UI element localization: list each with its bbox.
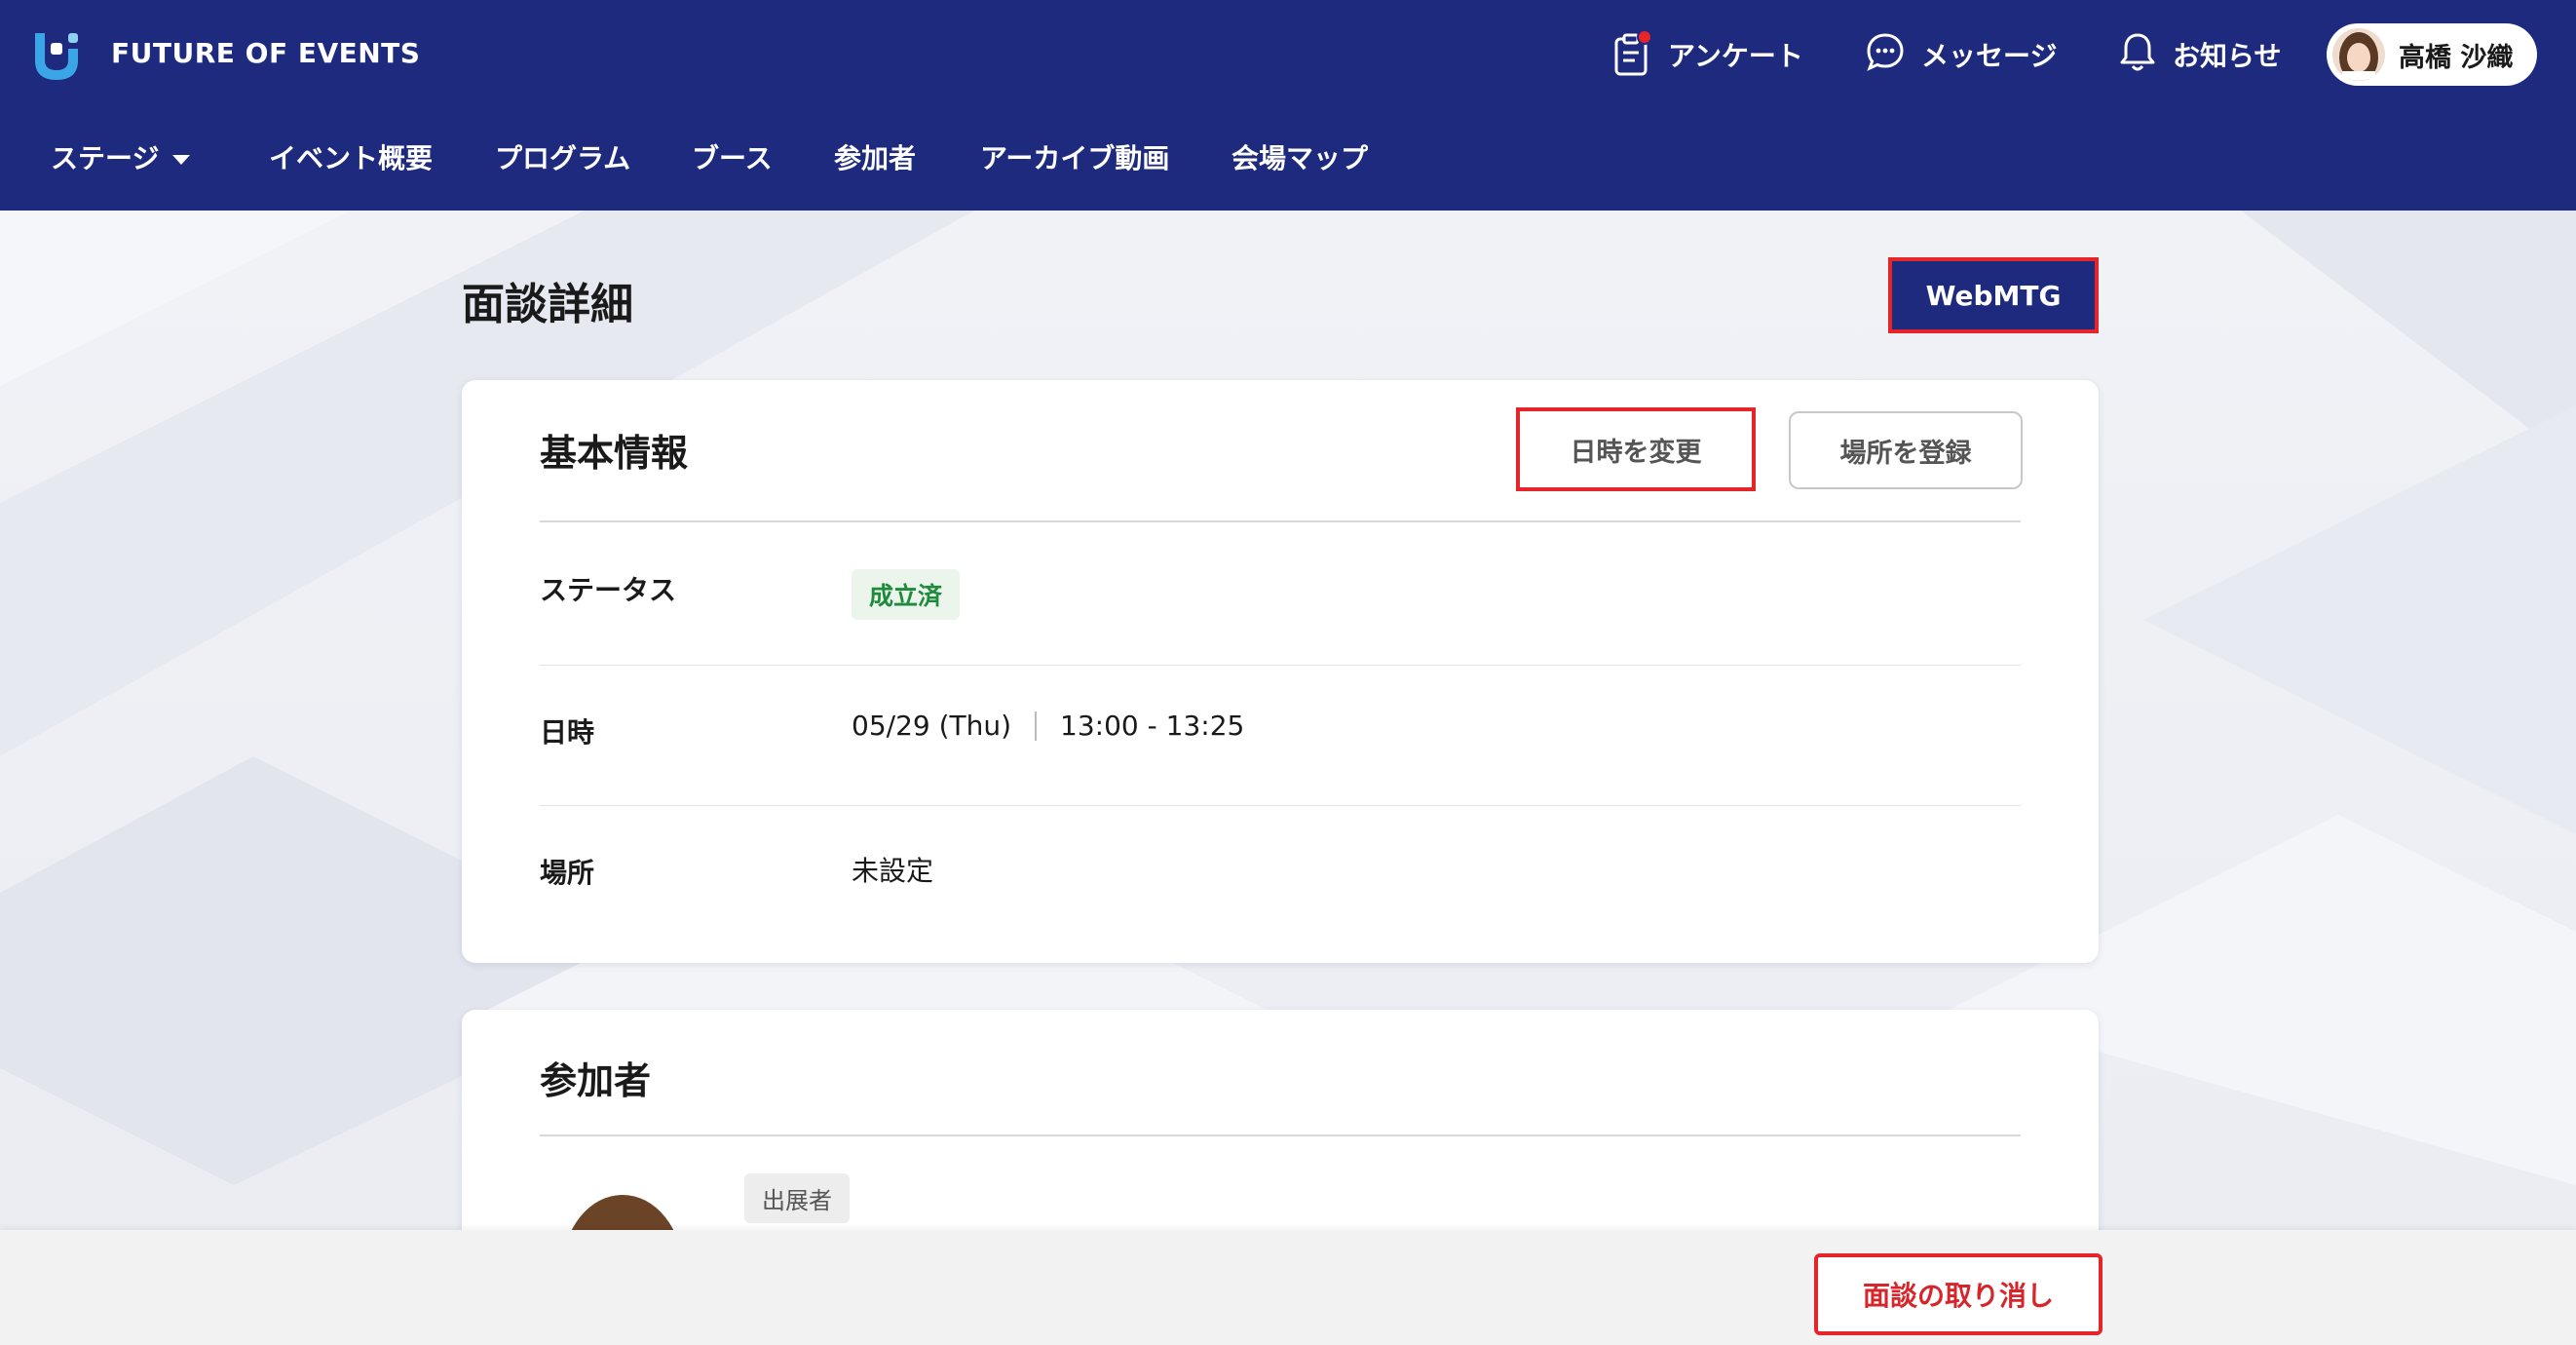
brand-name[interactable]: FUTURE OF EVENTS xyxy=(111,37,420,69)
message-icon xyxy=(1865,31,1906,79)
status-value: 成立済 xyxy=(852,569,961,620)
datetime-value: 05/29 (Thu) 13:00 - 13:25 xyxy=(852,710,1244,742)
message-label: メッセージ xyxy=(1921,40,2058,72)
nav-event-overview[interactable]: イベント概要 xyxy=(269,133,433,181)
row-divider xyxy=(540,805,2021,806)
row-divider xyxy=(540,665,2021,666)
action-footer: 面談の取り消し xyxy=(0,1230,2576,1345)
nav-archive-video[interactable]: アーカイブ動画 xyxy=(980,133,1169,181)
nav-participants[interactable]: 参加者 xyxy=(834,133,916,181)
datetime-label: 日時 xyxy=(540,716,595,749)
meeting-time: 13:00 - 13:25 xyxy=(1060,710,1245,742)
location-value: 未設定 xyxy=(852,855,934,887)
status-badge: 成立済 xyxy=(852,569,961,620)
role-badge: 出展者 xyxy=(744,1173,850,1223)
meeting-date: 05/29 (Thu) xyxy=(852,710,1012,742)
separator xyxy=(1035,711,1038,741)
basic-info-title: 基本情報 xyxy=(540,432,689,475)
survey-icon xyxy=(1613,29,1652,76)
bell-icon xyxy=(2118,31,2157,79)
participants-title: 参加者 xyxy=(540,1059,652,1102)
notifications-link[interactable]: お知らせ xyxy=(2118,25,2281,84)
nav-venue-map[interactable]: 会場マップ xyxy=(1231,133,1368,181)
basic-info-card: 基本情報 日時を変更 場所を登録 ステータス 成立済 日時 05/29 (Thu… xyxy=(462,380,2099,963)
register-location-button[interactable]: 場所を登録 xyxy=(1789,411,2023,489)
nav-stage-label: ステージ xyxy=(51,142,160,174)
notification-badge xyxy=(1637,29,1652,45)
survey-link[interactable]: アンケート xyxy=(1613,25,1803,84)
nav-stage[interactable]: ステージ xyxy=(51,133,192,181)
notifications-label: お知らせ xyxy=(2173,40,2282,72)
app-header: FUTURE OF EVENTS アンケート メッセージ お知らせ 高橋 沙織 … xyxy=(0,0,2576,211)
location-label: 場所 xyxy=(540,857,595,889)
user-avatar xyxy=(2332,28,2385,81)
brand-logo-icon[interactable] xyxy=(29,27,84,82)
webmtg-button[interactable]: WebMTG xyxy=(1888,257,2099,333)
card-divider xyxy=(540,1134,2021,1136)
status-label: ステータス xyxy=(540,574,677,606)
caret-down-icon xyxy=(170,141,192,173)
card-divider xyxy=(540,520,2021,522)
main-navigation: ステージ イベント概要 プログラム ブース 参加者 アーカイブ動画 会場マップ xyxy=(0,133,2576,181)
survey-label: アンケート xyxy=(1668,40,1803,72)
nav-booth[interactable]: ブース xyxy=(692,133,773,181)
nav-program[interactable]: プログラム xyxy=(495,133,630,181)
change-datetime-button[interactable]: 日時を変更 xyxy=(1516,407,1756,491)
message-link[interactable]: メッセージ xyxy=(1865,25,2057,84)
user-menu-button[interactable]: 高橋 沙織 xyxy=(2327,23,2537,86)
cancel-meeting-button[interactable]: 面談の取り消し xyxy=(1814,1253,2102,1335)
user-name: 高橋 沙織 xyxy=(2399,42,2514,73)
page-title: 面談詳細 xyxy=(462,280,633,329)
